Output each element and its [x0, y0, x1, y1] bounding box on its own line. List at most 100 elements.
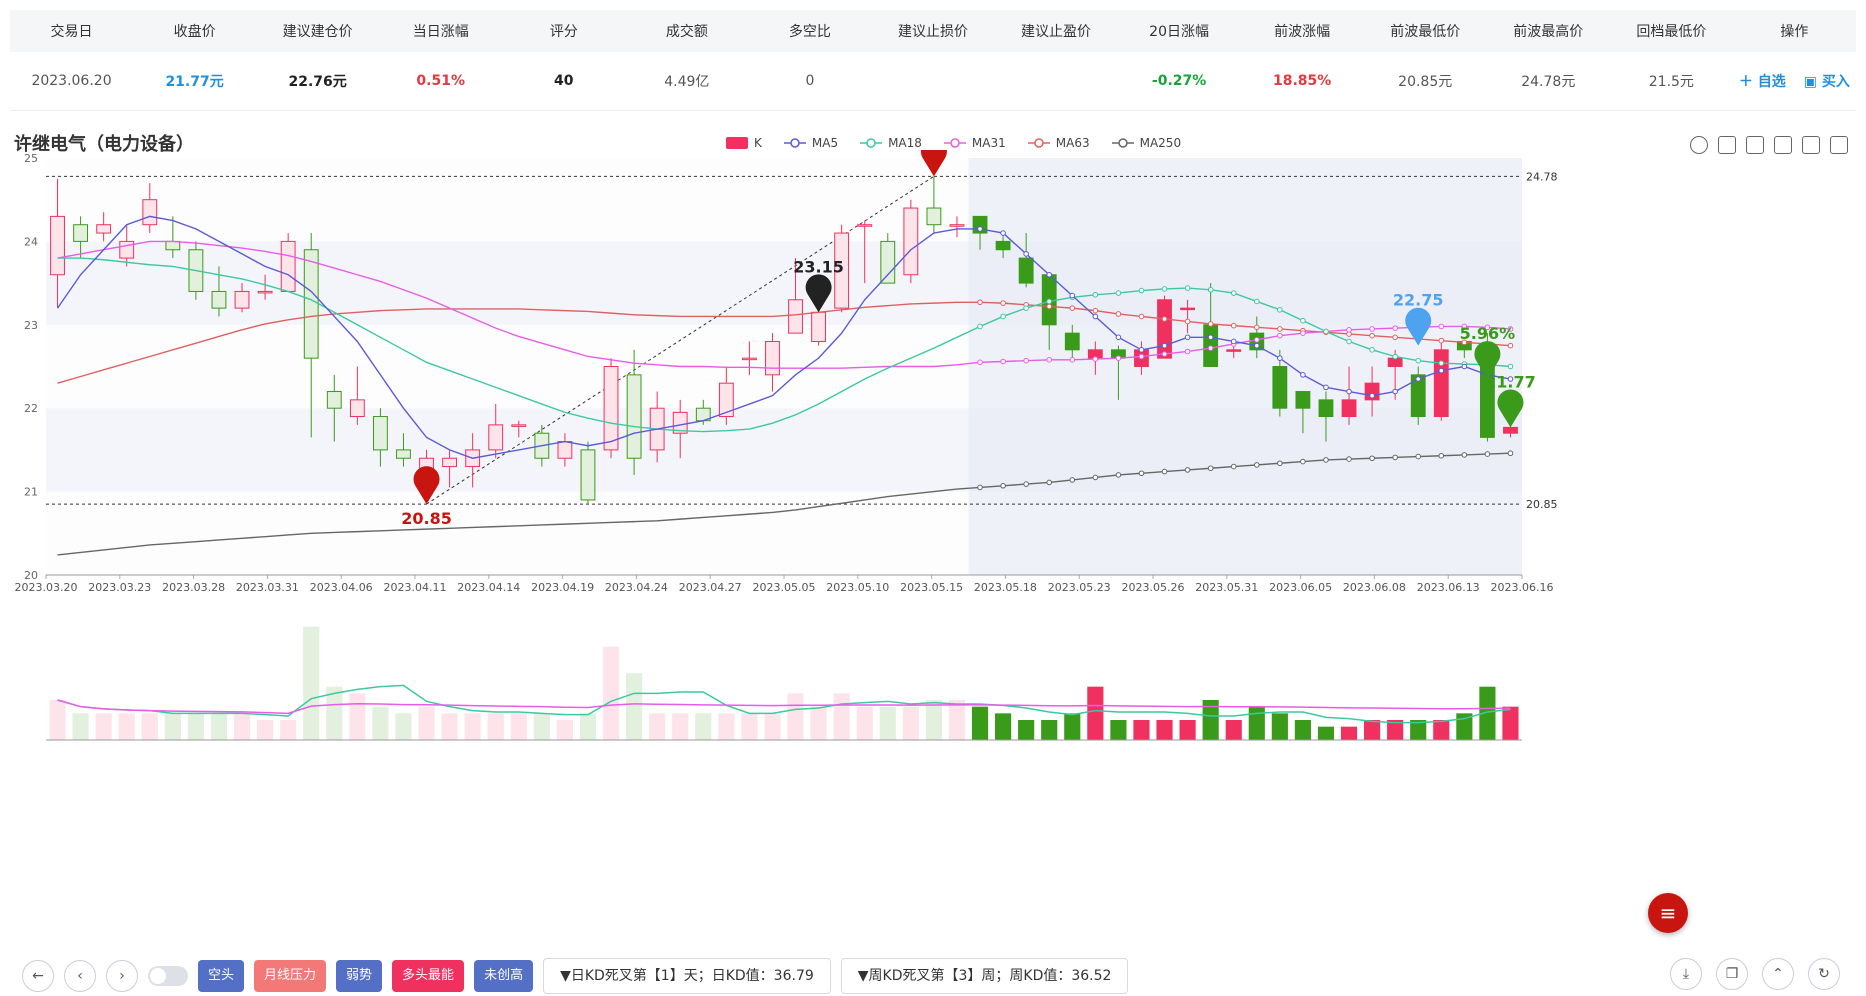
chart-legend: K MA5 MA18 MA31 MA63 MA250 [726, 136, 1181, 150]
legend-ma250-swatch [1111, 138, 1134, 148]
y-tick-label: 23 [24, 319, 38, 332]
th-change: 当日涨幅 [412, 24, 469, 40]
ma18-point [1138, 287, 1145, 294]
volume-bar [187, 713, 204, 740]
td-date: 2023.06.20 [31, 73, 112, 89]
ma31-point [1115, 355, 1122, 361]
candle-body [326, 391, 342, 409]
ma5-point [1207, 334, 1214, 341]
ma18-point [1346, 338, 1352, 345]
tag-no-new-high[interactable]: 未创高 [474, 960, 534, 992]
volume-bar [764, 713, 781, 740]
th-turnover: 成交额 [665, 24, 708, 40]
candle-body [765, 340, 780, 376]
volume-bar [1364, 720, 1381, 740]
ma18-point [1046, 298, 1053, 305]
y-tick-label: 21 [24, 486, 38, 499]
ma5-point [1438, 367, 1445, 374]
legend-ma31[interactable]: MA31 [943, 136, 1006, 150]
legend-ma5[interactable]: MA5 [783, 136, 838, 150]
tag-monthly-resistance[interactable]: 月线压力 [254, 960, 327, 992]
pin-label: 22.75 [1393, 291, 1444, 310]
menu-fab-button[interactable]: ≡ [1648, 893, 1688, 933]
volume-bar [1110, 720, 1127, 740]
ma5-point [1415, 376, 1422, 382]
back-icon[interactable]: ← [22, 960, 54, 992]
candle-body [1157, 299, 1172, 359]
legend-k-swatch [726, 137, 748, 149]
refresh-icon[interactable]: ↻ [1808, 958, 1840, 990]
download-icon[interactable]: ⤓ [1670, 958, 1702, 990]
ma31-point [1000, 358, 1006, 365]
x-tick-label: 2023.04.14 [457, 581, 520, 594]
ma250-point [1092, 474, 1099, 481]
tag-bull-energy[interactable]: 多头最能 [392, 960, 465, 992]
x-tick-label: 2023.03.23 [88, 581, 151, 594]
ma63-point [1046, 303, 1053, 310]
legend-ma18[interactable]: MA18 [860, 136, 922, 150]
scroll-top-icon[interactable]: ⌃ [1762, 958, 1794, 990]
candlestick-chart[interactable]: 2021222324252023.03.20 2023.03.23 2023.03.… [0, 150, 1866, 950]
candle-body [903, 207, 919, 276]
pin-label: 23.15 [793, 257, 844, 276]
candle-body [50, 215, 65, 276]
ma250-point [1277, 460, 1283, 467]
ma31-point [1207, 345, 1214, 351]
ma5-point [1069, 292, 1076, 299]
x-tick-label: 2023.04.24 [605, 581, 668, 594]
pin-label: 5.96% [1460, 324, 1516, 343]
volume-bar [856, 706, 873, 740]
candle-body [349, 399, 365, 418]
ma250-point [1138, 470, 1145, 477]
prev-icon[interactable]: ‹ [64, 960, 96, 992]
ma250-point [1000, 482, 1006, 489]
next-icon[interactable]: › [106, 960, 138, 992]
ma250-point [1023, 481, 1029, 487]
th-takeprofit: 建议止盈价 [1021, 24, 1092, 40]
x-tick-label: 2023.05.05 [753, 581, 816, 594]
legend-ma250-label: MA250 [1139, 136, 1182, 150]
volume-bar [1156, 720, 1173, 740]
ma31-point [1253, 337, 1260, 343]
ma250-point [1415, 453, 1422, 460]
add-watchlist-button[interactable]: ＋ 自选 [1739, 71, 1786, 91]
ma250-point [1161, 468, 1168, 475]
legend-ma63-swatch [1027, 138, 1050, 148]
x-tick-label: 2023.04.27 [679, 581, 742, 594]
ma18-point [1438, 360, 1445, 366]
ma63-point [1207, 321, 1214, 327]
buy-button[interactable]: ▣ 买入 [1804, 71, 1850, 91]
volume-bar [95, 713, 112, 740]
volume-bar [672, 713, 689, 740]
ma31-point [1138, 353, 1145, 360]
candle-body [442, 457, 458, 468]
th-close: 收盘价 [173, 24, 216, 40]
x-tick-label: 2023.04.19 [531, 581, 594, 594]
candle-body [995, 240, 1011, 251]
volume-bar [1248, 706, 1265, 740]
x-tick-label: 2023.06.05 [1269, 581, 1332, 594]
volume-bar [1041, 720, 1058, 740]
ma18-point [977, 323, 983, 330]
ma5-point [1184, 334, 1191, 341]
copy-icon[interactable]: ❐ [1716, 958, 1748, 990]
toggle-switch[interactable] [148, 966, 188, 986]
ma250-point [1507, 450, 1514, 457]
tag-bear[interactable]: 空头 [198, 960, 245, 992]
candle-body [718, 382, 734, 418]
ma18-point [1000, 313, 1006, 320]
legend-ma250[interactable]: MA250 [1111, 136, 1182, 150]
candle-body [580, 449, 596, 501]
tag-weak[interactable]: 弱势 [336, 960, 383, 992]
ma5-point [1023, 251, 1029, 257]
ma63-point [1253, 324, 1260, 331]
ma250-point [1300, 458, 1306, 465]
th-date: 交易日 [50, 24, 93, 40]
x-tick-label: 2023.03.31 [236, 581, 299, 594]
legend-ma63[interactable]: MA63 [1027, 136, 1090, 150]
volume-bar [418, 706, 435, 740]
ma250-point [1207, 465, 1214, 472]
ma250-point [1369, 455, 1375, 462]
pin-label: 21.77 [1485, 372, 1536, 391]
legend-k[interactable]: K [726, 136, 762, 150]
